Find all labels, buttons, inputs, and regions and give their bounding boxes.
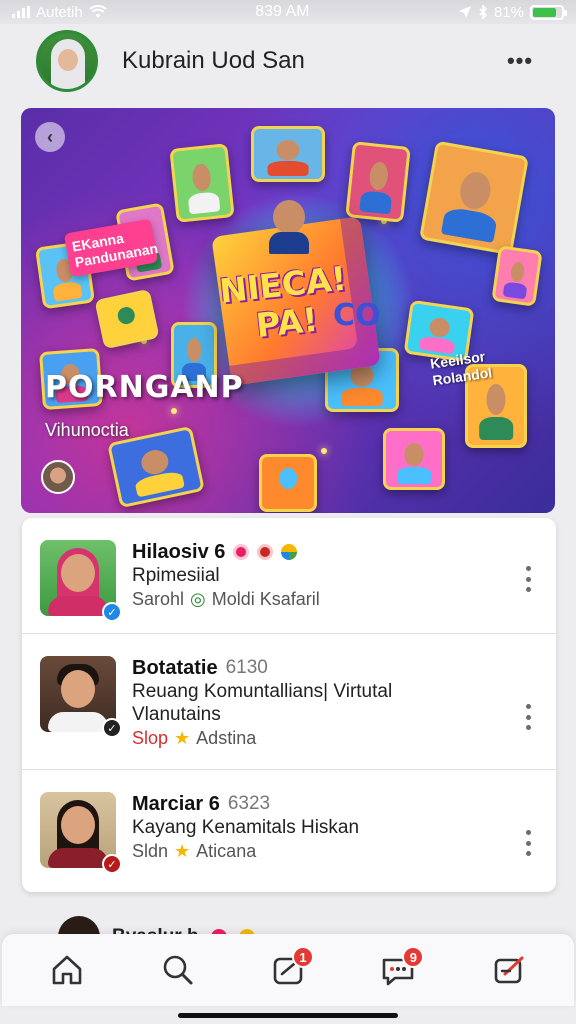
item-meta-b: Aticana — [196, 841, 257, 861]
item-code: 6323 — [227, 793, 271, 814]
list-item[interactable]: ✓ Marciar 6 6323 Kayang Kenamitals Hiska… — [22, 770, 556, 892]
hero-author-avatar[interactable] — [41, 460, 75, 494]
hero-subtitle: Vihunoctia — [45, 420, 129, 440]
nav-home-button[interactable] — [41, 944, 93, 996]
item-title: Botatatie 6130 — [132, 656, 538, 680]
profile-header: Kubrain Uod San ••• — [0, 24, 576, 98]
list-item[interactable]: ✓ Botatatie 6130 Reuang Komuntallians| V… — [22, 634, 556, 770]
location-arrow-icon — [458, 6, 471, 18]
avatar-tile — [259, 454, 317, 512]
item-thumbnail: ✓ — [40, 792, 122, 874]
search-icon — [163, 955, 193, 985]
hero-banner[interactable]: ‹ EKanna Pandunanan Keeilsor Rolandol NI… — [21, 108, 555, 513]
more-options-button[interactable]: ••• — [500, 41, 540, 81]
reaction-red-icon — [257, 544, 274, 560]
avatar-tile — [419, 140, 529, 256]
hero-cube-side-text: CO — [333, 298, 381, 333]
hero-title: PORNGANP — [45, 370, 244, 405]
home-indicator[interactable] — [178, 1013, 398, 1018]
item-title-text: Botatatie — [132, 657, 218, 679]
item-title-text: Hilaosiv 6 — [132, 541, 226, 563]
item-title-text: Marciar 6 — [132, 793, 220, 815]
item-meta: Slop ★ Adstina — [132, 726, 538, 750]
item-code: 6130 — [225, 657, 268, 678]
item-subtitle: Reuang Komuntallians| Virtutal — [132, 681, 393, 702]
battery-percent: 81% — [493, 3, 524, 21]
item-subtitle-2: Vlanutains — [132, 704, 221, 725]
bluetooth-icon — [479, 5, 488, 19]
carrier-label: Autetih — [36, 3, 83, 21]
item-meta-b: Moldi Ksafaril — [211, 589, 320, 609]
hero-person — [269, 200, 309, 260]
item-subtitle: Kayang Kenamitals Hiskan — [132, 817, 360, 838]
item-text: Hilaosiv 6 Rpimesiial Sarohl ◎ Moldi Ksa… — [132, 540, 538, 611]
item-menu-button[interactable] — [518, 562, 538, 596]
item-menu-button[interactable] — [518, 700, 538, 734]
profile-name[interactable]: Kubrain Uod San — [122, 47, 500, 75]
nav-messages-button[interactable]: 9 — [372, 944, 425, 996]
avatar-tile — [345, 141, 411, 223]
sparkle — [321, 448, 327, 454]
item-subtitle: Rpimesiial — [132, 565, 220, 586]
item-title: Marciar 6 6323 — [132, 792, 538, 816]
compose-icon — [494, 956, 524, 984]
status-right: 81% — [458, 3, 567, 21]
item-thumbnail: ✓ — [40, 656, 122, 738]
whatsapp-icon: ◎ — [190, 589, 206, 609]
nav-search-button[interactable] — [152, 944, 204, 996]
nav-compose-button[interactable] — [483, 944, 535, 996]
notifications-badge: 1 — [291, 946, 314, 968]
item-text: Botatatie 6130 Reuang Komuntallians| Vir… — [132, 656, 538, 750]
item-meta: Sarohl ◎ Moldi Ksafaril — [132, 587, 538, 611]
item-text: Marciar 6 6323 Kayang Kenamitals Hiskan … — [132, 792, 538, 863]
sparkle — [171, 408, 177, 414]
home-icon — [52, 955, 82, 985]
bottom-nav: 1 9 — [2, 934, 574, 1006]
avatar-tile — [251, 126, 325, 182]
item-meta-a: Sarohl — [132, 589, 185, 609]
item-title: Hilaosiv 6 — [132, 540, 538, 564]
back-button[interactable]: ‹ — [35, 122, 65, 152]
signal-icon — [12, 6, 30, 18]
chevron-left-icon: ‹ — [47, 126, 53, 147]
list-item[interactable]: ✓ Hilaosiv 6 Rpimesiial Sarohl ◎ Moldi K… — [22, 518, 556, 634]
reaction-globe-icon — [281, 544, 298, 560]
profile-avatar[interactable] — [36, 30, 98, 92]
avatar-tile — [169, 143, 235, 223]
verified-badge-icon: ✓ — [102, 718, 122, 738]
status-bar: Autetih 839 AM 81% — [0, 0, 576, 24]
avatar-tile — [491, 245, 543, 307]
star-icon: ★ — [174, 841, 191, 861]
item-thumbnail: ✓ — [40, 540, 122, 622]
channel-list: ✓ Hilaosiv 6 Rpimesiial Sarohl ◎ Moldi K… — [22, 518, 556, 892]
avatar-tile — [94, 288, 160, 350]
item-meta-a: Sldn — [132, 841, 169, 861]
status-time: 839 AM — [255, 3, 310, 20]
messages-badge: 9 — [402, 946, 425, 968]
verified-badge-icon: ✓ — [102, 854, 122, 874]
star-icon: ★ — [174, 728, 191, 748]
item-meta-a: Slop — [132, 728, 169, 748]
nav-notifications-button[interactable]: 1 — [262, 944, 314, 996]
item-menu-button[interactable] — [518, 826, 538, 860]
battery-icon — [530, 4, 567, 20]
item-meta-b: Adstina — [196, 728, 257, 748]
reaction-pink-icon — [233, 544, 250, 560]
wifi-icon — [89, 5, 107, 18]
avatar-tile — [383, 428, 445, 490]
item-meta: Sldn ★ Aticana — [132, 839, 538, 863]
verified-badge-icon: ✓ — [102, 602, 122, 622]
more-dots-icon: ••• — [506, 48, 534, 73]
status-left: Autetih — [12, 4, 107, 21]
